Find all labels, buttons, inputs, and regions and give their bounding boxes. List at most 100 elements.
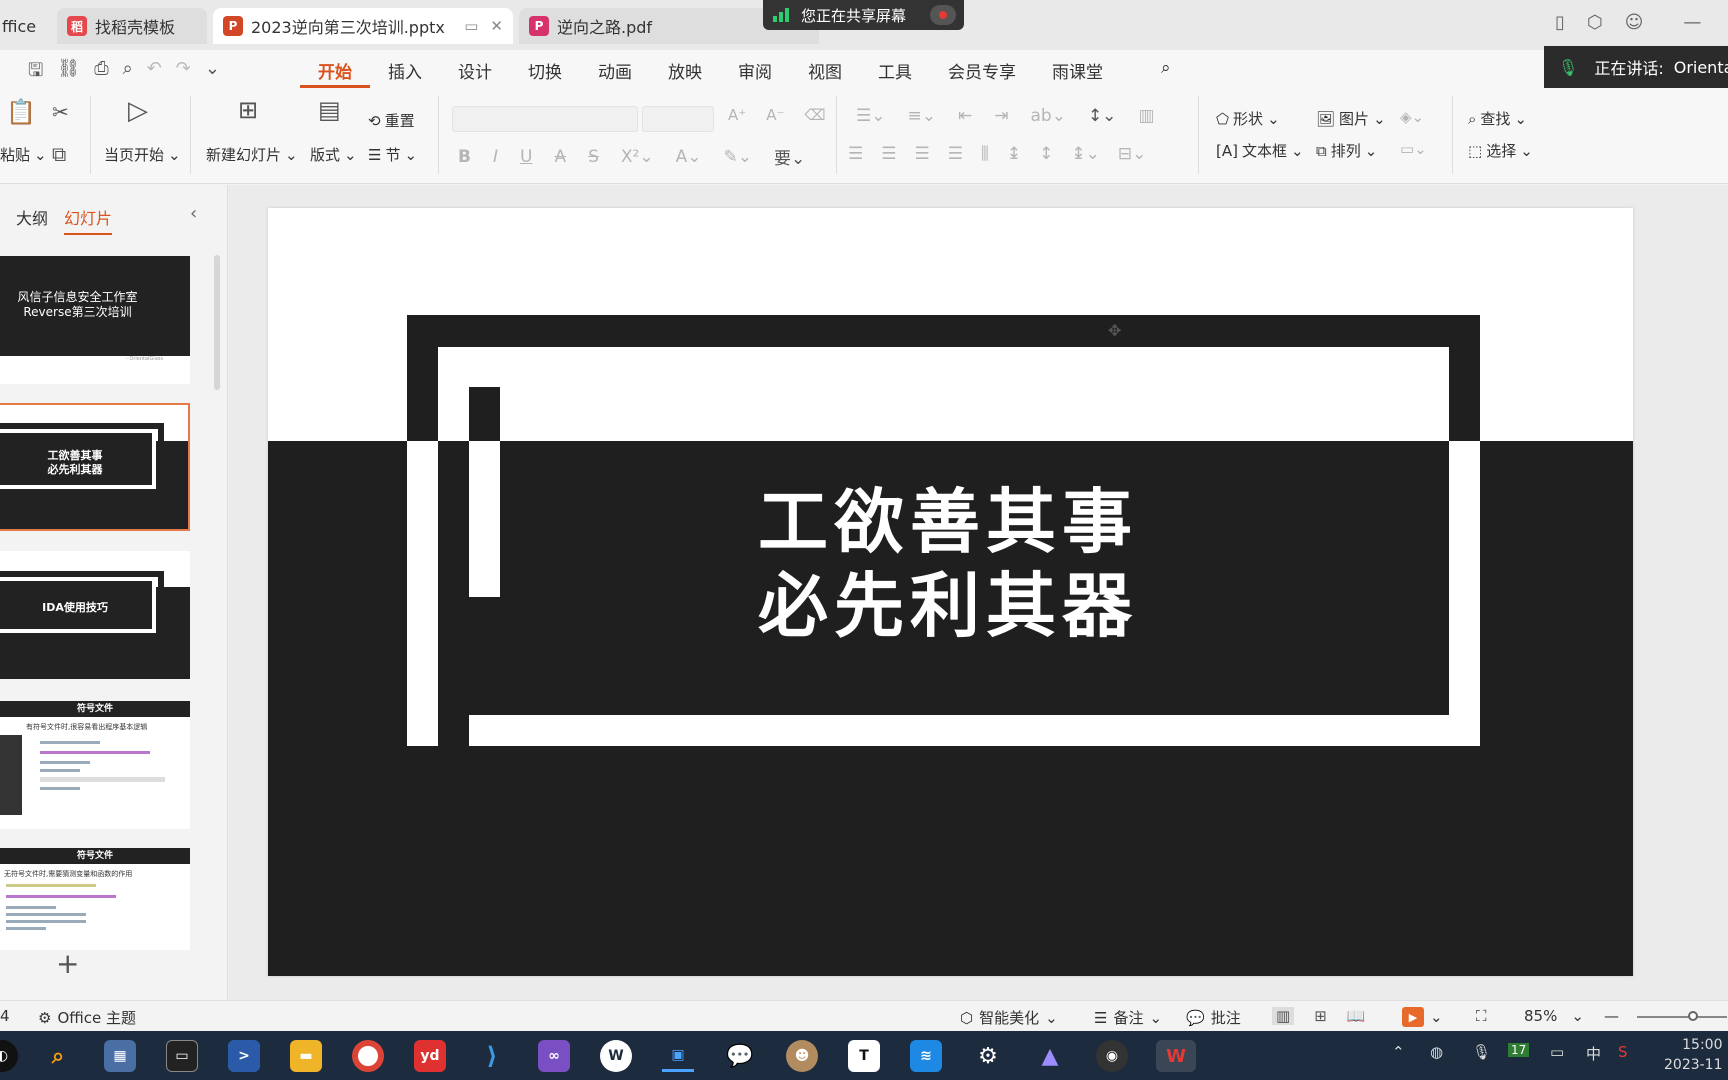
typora-icon[interactable]: T — [848, 1040, 880, 1072]
section-button[interactable]: ☰ 节 ⌄ — [368, 144, 417, 165]
ime-indicator[interactable]: 中 — [1586, 1043, 1601, 1064]
tab-office[interactable]: ffice — [0, 8, 52, 44]
beautify-button[interactable]: ⬡ 智能美化 ⌄ — [960, 1007, 1058, 1028]
columns-icon[interactable]: ▥ — [1138, 106, 1154, 126]
copy-icon[interactable]: ⧉ — [52, 142, 66, 166]
battery-icon[interactable]: ▭ — [1550, 1043, 1564, 1061]
meeting-icon[interactable]: ≋ — [910, 1040, 942, 1072]
menu-view[interactable]: 视图 — [790, 50, 860, 88]
reading-view-icon[interactable]: 📖 — [1347, 1007, 1366, 1025]
cube-icon[interactable]: ⬡ — [1587, 12, 1603, 33]
vscode-icon[interactable]: ⟩ — [476, 1040, 508, 1072]
powershell-icon[interactable]: > — [228, 1040, 260, 1072]
menu-design[interactable]: 设计 — [440, 50, 510, 88]
tray-badge[interactable]: 17 — [1508, 1043, 1530, 1057]
play-slideshow-button[interactable]: ▶ ⌄ — [1402, 1007, 1443, 1027]
indent-icon[interactable]: ⇥ — [994, 106, 1008, 126]
link-icon[interactable]: ⛓ — [57, 58, 80, 88]
textbox-button[interactable]: [A] 文本框 ⌄ — [1216, 140, 1304, 161]
calculator-icon[interactable]: ▦ — [104, 1040, 136, 1072]
add-slide-icon[interactable]: + — [56, 947, 79, 980]
clipboard-icon[interactable]: 📋 — [6, 98, 36, 126]
zoom-slider-handle[interactable] — [1688, 1011, 1698, 1021]
strikethrough-icon[interactable]: A — [554, 147, 566, 167]
visual-studio-icon[interactable]: ∞ — [538, 1040, 570, 1072]
tab-docer-templates[interactable]: 稻 找稻壳模板 — [57, 8, 207, 44]
collapse-panel-icon[interactable]: ‹ — [190, 203, 197, 224]
panel-scrollbar[interactable] — [214, 255, 220, 390]
picture-button[interactable]: 🖼 图片 ⌄ — [1316, 108, 1386, 129]
distribute-icon[interactable]: ⫼ — [981, 144, 989, 164]
paste-button[interactable]: 粘贴 ⌄ — [0, 144, 47, 165]
slide-thumbnail-3[interactable]: IDA使用技巧 — [0, 551, 190, 679]
wps-icon[interactable]: W — [600, 1040, 632, 1072]
theme-button[interactable]: ⚙ Office 主题 — [38, 1007, 136, 1028]
menu-insert[interactable]: 插入 — [370, 50, 440, 88]
font-size-select[interactable] — [642, 106, 714, 132]
tray-chevron-icon[interactable]: ⌃ — [1392, 1043, 1405, 1061]
monitor-icon[interactable]: ▭ — [464, 17, 478, 35]
menu-member[interactable]: 会员专享 — [930, 50, 1034, 88]
save-icon[interactable]: 🖫 — [28, 58, 43, 88]
text-direction-icon[interactable]: ↕⌄ — [1088, 106, 1117, 126]
zoom-out-icon[interactable]: — — [1604, 1007, 1619, 1025]
youdao-icon[interactable]: yd — [414, 1040, 446, 1072]
find-button[interactable]: ⌕ 查找 ⌄ — [1468, 108, 1527, 129]
photos-icon[interactable]: ▲ — [1034, 1040, 1066, 1072]
preview-icon[interactable]: ⌕ — [123, 58, 133, 88]
cut-icon[interactable]: ✂ — [52, 100, 69, 124]
menu-home[interactable]: 开始 — [300, 50, 370, 88]
normal-view-icon[interactable]: ▥ — [1272, 1007, 1295, 1025]
slide-title[interactable]: 工欲善其事 必先利其器 — [758, 480, 1218, 648]
tray-app-icon[interactable]: ◍ — [1430, 1043, 1443, 1061]
play-icon[interactable]: ▷ — [128, 96, 148, 126]
vertical-align-icon[interactable]: ⊟⌄ — [1118, 144, 1147, 164]
stop-share-button[interactable] — [930, 5, 956, 25]
terminal-icon[interactable]: ▭ — [166, 1040, 198, 1072]
justify-icon[interactable]: ☰ — [948, 144, 963, 164]
layout-icon[interactable]: ▯ — [1555, 12, 1565, 33]
bullet-list-icon[interactable]: ☰⌄ — [856, 106, 885, 126]
tab-outline[interactable]: 大纲 — [16, 205, 48, 235]
print-icon[interactable]: ⎙ — [94, 58, 108, 88]
decrease-font-icon[interactable]: A⁻ — [766, 106, 784, 124]
underline-icon[interactable]: U — [520, 147, 532, 167]
folder-icon[interactable]: ▬ — [290, 1040, 322, 1072]
wechat-icon[interactable]: 💬 — [724, 1040, 756, 1072]
arrange-button[interactable]: ⧉ 排列 ⌄ — [1316, 140, 1377, 161]
select-button[interactable]: ⬚ 选择 ⌄ — [1468, 140, 1533, 161]
search-icon[interactable]: ⌕ — [1121, 50, 1189, 88]
slide-main[interactable]: 工欲善其事 必先利其器 ✥ — [268, 208, 1633, 976]
increase-font-icon[interactable]: A⁺ — [728, 106, 746, 124]
menu-slideshow[interactable]: 放映 — [650, 50, 720, 88]
fit-window-icon[interactable]: ⛶ — [1476, 1007, 1487, 1025]
zoom-select[interactable]: 85% ⌄ — [1524, 1007, 1584, 1025]
numbered-list-icon[interactable]: ≡⌄ — [907, 106, 936, 126]
slide-thumbnail-2[interactable]: 工欲善其事 必先利其器 — [0, 403, 190, 531]
comments-button[interactable]: 💬 批注 — [1186, 1007, 1241, 1028]
slide-thumbnail-4[interactable]: 符号文件 有符号文件时,很容易看出程序基本逻辑 — [0, 701, 190, 829]
avatar[interactable]: ☺ — [1625, 12, 1644, 33]
font-color-icon[interactable]: A⌄ — [676, 147, 702, 167]
clock[interactable]: 15:00 2023-11 — [1664, 1035, 1723, 1075]
bold-icon[interactable]: B — [458, 147, 471, 167]
minimize-icon[interactable]: — — [1683, 12, 1701, 33]
shadow-icon[interactable]: S — [588, 147, 599, 167]
slide-thumbnail-5[interactable]: 符号文件 无符号文件时,需要猜测变量和函数的作用 — [0, 848, 190, 950]
wps-tray-icon[interactable]: S — [1618, 1043, 1628, 1061]
shape-button[interactable]: ⬠ 形状 ⌄ — [1216, 108, 1280, 129]
superscript-icon[interactable]: X²⌄ — [621, 147, 654, 167]
menu-tools[interactable]: 工具 — [860, 50, 930, 88]
outline-icon[interactable]: ▭⌄ — [1400, 140, 1427, 158]
paragraph-spacing-icon[interactable]: ↕ — [1039, 144, 1053, 164]
notes-button[interactable]: ☰ 备注 ⌄ — [1094, 1007, 1162, 1028]
ida-icon[interactable]: ☻ — [786, 1040, 818, 1072]
highlight-icon[interactable]: ✎⌄ — [723, 147, 752, 167]
text-wrap-icon[interactable]: ab⌄ — [1030, 106, 1065, 126]
spacing-options-icon[interactable]: ↨⌄ — [1071, 144, 1100, 164]
zoom-slider[interactable] — [1637, 1016, 1727, 1018]
sorter-view-icon[interactable]: ⊞ — [1314, 1007, 1327, 1025]
undo-icon[interactable]: ↶ — [147, 58, 162, 88]
phonetic-icon[interactable]: 要⌄ — [774, 144, 805, 169]
menu-transitions[interactable]: 切换 — [510, 50, 580, 88]
